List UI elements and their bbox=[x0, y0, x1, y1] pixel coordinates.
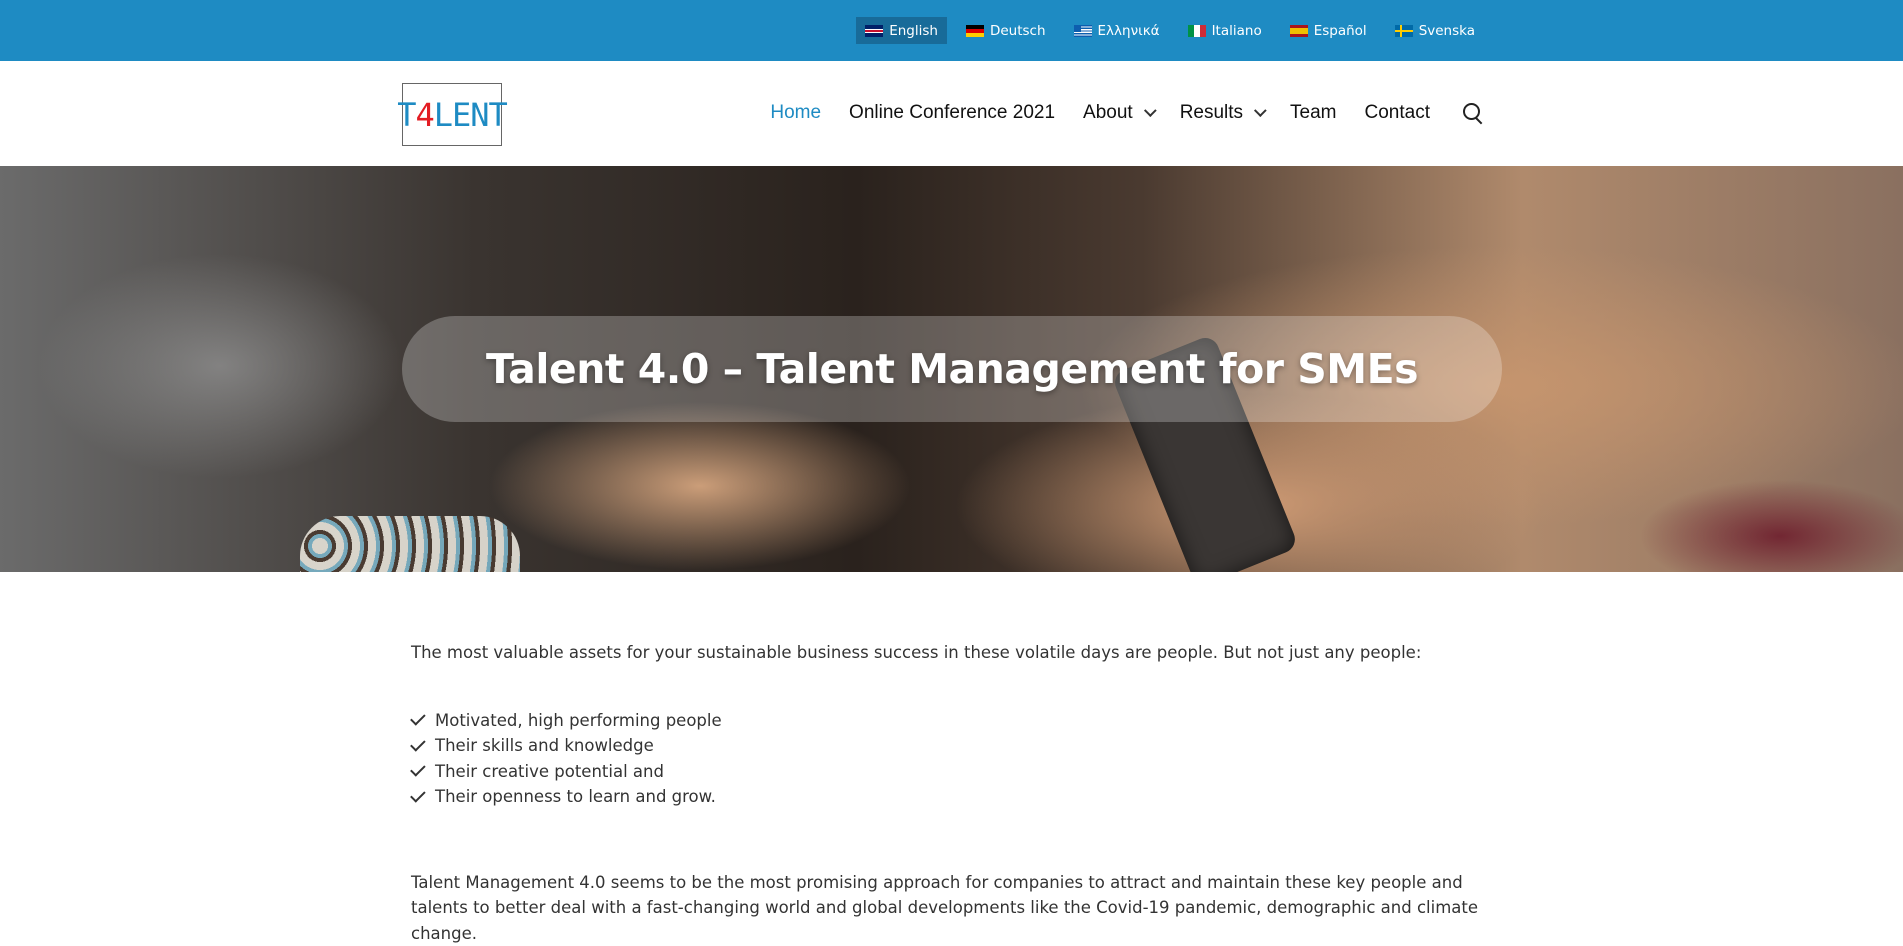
greece-flag-icon bbox=[1073, 24, 1092, 37]
checklist: Motivated, high performing people Their … bbox=[410, 708, 1496, 810]
nav-contact[interactable]: Contact bbox=[1365, 102, 1430, 124]
logo-letters-lent: LENT bbox=[433, 95, 508, 134]
language-label: Ελληνικά bbox=[1097, 22, 1160, 39]
list-item-text: Their skills and knowledge bbox=[435, 736, 654, 756]
checkmark-icon bbox=[410, 761, 426, 777]
hero-image: Talent 4.0 – Talent Management for SMEs bbox=[0, 166, 1903, 572]
language-label: English bbox=[889, 22, 938, 39]
germany-flag-icon bbox=[965, 24, 984, 37]
logo-letter-t: T bbox=[397, 95, 416, 134]
list-item: Their openness to learn and grow. bbox=[410, 784, 1496, 810]
search-icon[interactable] bbox=[1462, 102, 1484, 124]
main-content: The most valuable assets for your sustai… bbox=[410, 640, 1496, 946]
checkmark-icon bbox=[410, 786, 426, 803]
language-deutsch[interactable]: Deutsch bbox=[957, 17, 1055, 44]
list-item: Motivated, high performing people bbox=[410, 708, 1496, 734]
language-switcher: English Deutsch Ελληνικά Italiano Españo… bbox=[856, 17, 1484, 44]
language-svenska[interactable]: Svenska bbox=[1386, 17, 1484, 44]
nav-online-conference[interactable]: Online Conference 2021 bbox=[849, 102, 1055, 124]
list-item: Their skills and knowledge bbox=[410, 733, 1496, 759]
site-header: T 4 LENT Home Online Conference 2021 About… bbox=[0, 61, 1903, 166]
hero-banner: Talent 4.0 – Talent Management for SMEs bbox=[402, 316, 1502, 422]
chevron-down-icon bbox=[1143, 103, 1157, 117]
language-label: Español bbox=[1313, 22, 1367, 39]
italy-flag-icon bbox=[1187, 24, 1206, 37]
checkmark-icon bbox=[410, 710, 426, 726]
nav-about[interactable]: About bbox=[1083, 102, 1157, 124]
nav-results[interactable]: Results bbox=[1179, 102, 1267, 124]
list-item: Their creative potential and bbox=[410, 759, 1496, 785]
language-english[interactable]: English bbox=[856, 17, 947, 44]
nav-team[interactable]: Team bbox=[1290, 102, 1336, 124]
site-logo[interactable]: T 4 LENT bbox=[397, 83, 508, 146]
chevron-down-icon bbox=[1254, 103, 1267, 117]
logo-number-four: 4 bbox=[415, 95, 434, 134]
list-item-text: Their openness to learn and grow. bbox=[435, 787, 716, 807]
sweden-flag-icon bbox=[1394, 24, 1413, 37]
bracelet-decoration bbox=[300, 516, 520, 572]
language-label: Deutsch bbox=[989, 22, 1046, 39]
uk-flag-icon bbox=[865, 24, 884, 37]
language-label: Svenska bbox=[1418, 22, 1475, 39]
intro-text: The most valuable assets for your sustai… bbox=[411, 643, 1422, 662]
language-greek[interactable]: Ελληνικά bbox=[1065, 17, 1169, 44]
nav-results-label: Results bbox=[1179, 102, 1244, 123]
main-navigation: Home Online Conference 2021 About Result… bbox=[742, 91, 1484, 135]
language-espanol[interactable]: Español bbox=[1281, 17, 1376, 44]
list-item-text: Their creative potential and bbox=[435, 761, 664, 781]
hero-title: Talent 4.0 – Talent Management for SMEs bbox=[485, 345, 1419, 393]
nav-home[interactable]: Home bbox=[770, 102, 821, 124]
list-item-text: Motivated, high performing people bbox=[435, 710, 722, 730]
nav-about-label: About bbox=[1083, 102, 1133, 123]
spain-flag-icon bbox=[1289, 24, 1308, 37]
body-paragraph: Talent Management 4.0 seems to be the mo… bbox=[411, 872, 1478, 943]
checkmark-icon bbox=[410, 735, 426, 752]
language-label: Italiano bbox=[1211, 22, 1262, 39]
language-italiano[interactable]: Italiano bbox=[1179, 17, 1271, 44]
language-bar: English Deutsch Ελληνικά Italiano Españo… bbox=[0, 0, 1903, 61]
